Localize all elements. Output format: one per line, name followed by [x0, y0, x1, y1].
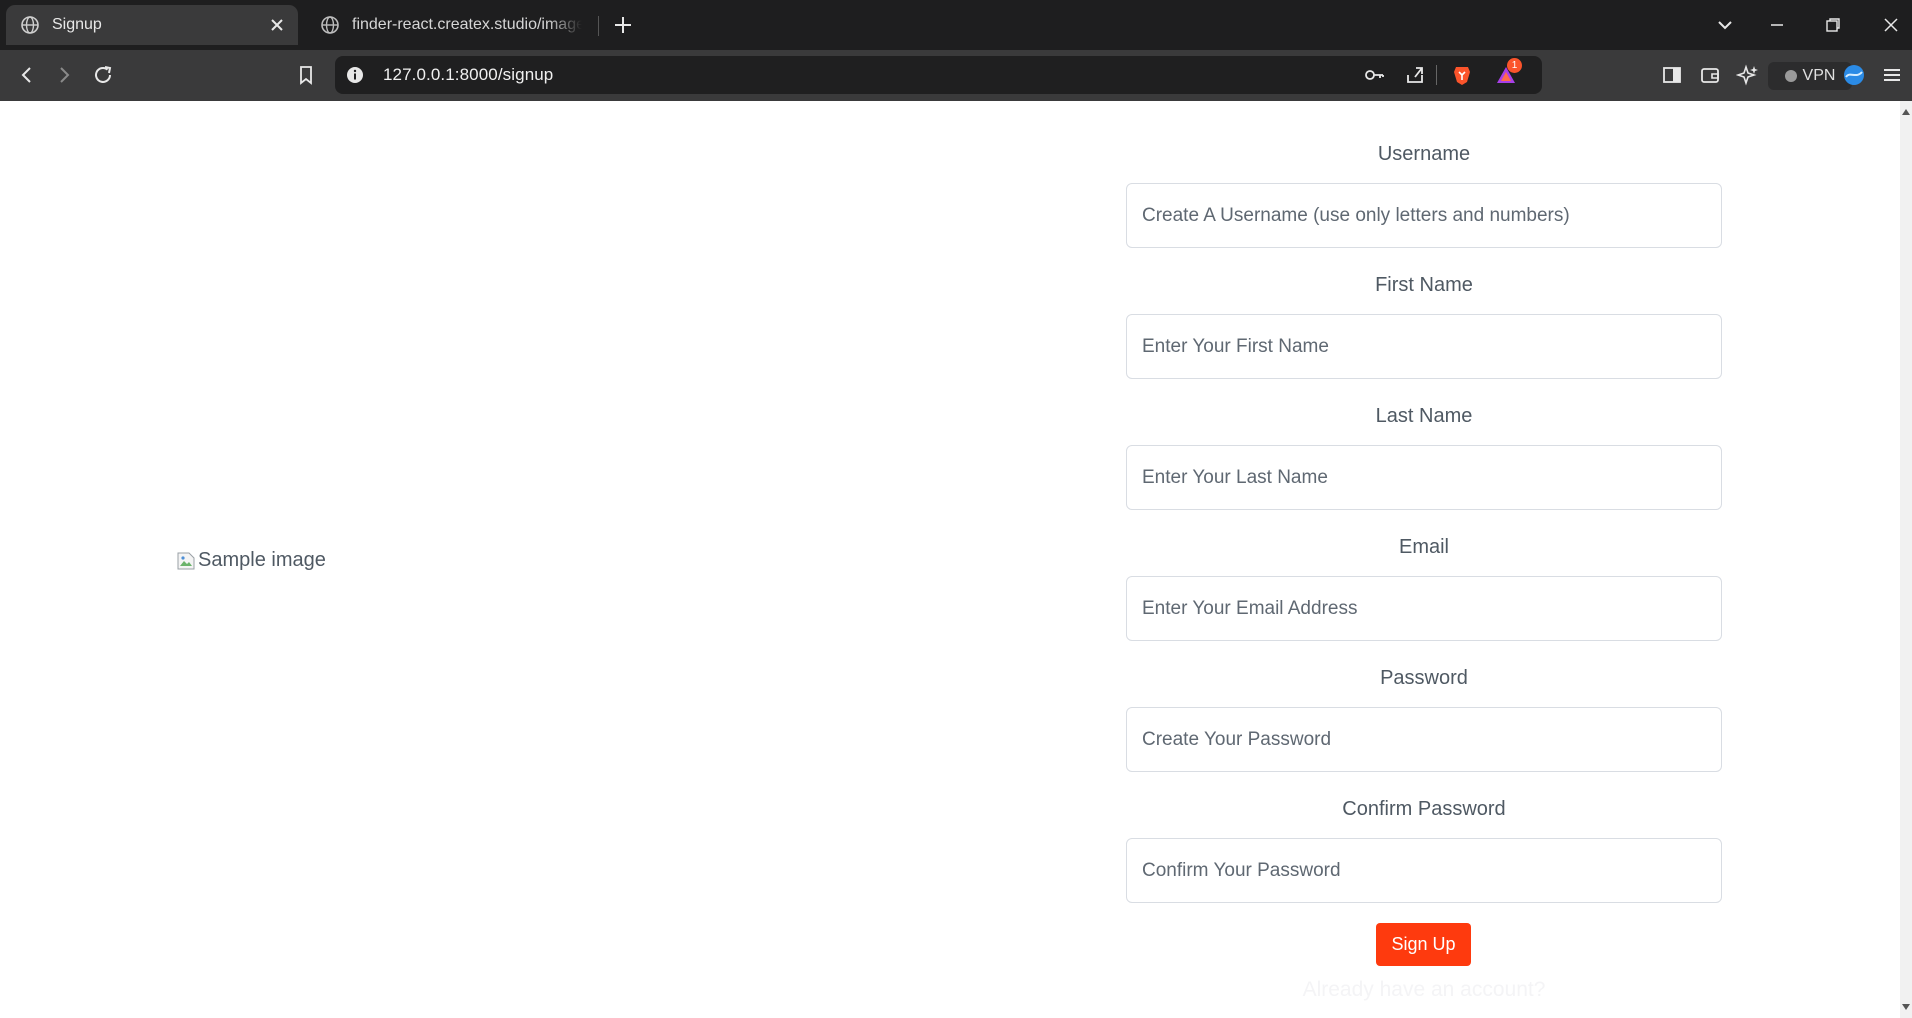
email-label: Email — [1398, 536, 1449, 558]
broken-image-icon — [177, 552, 195, 569]
reload-icon[interactable] — [91, 63, 115, 87]
close-tab-icon[interactable] — [268, 16, 286, 34]
email-input[interactable] — [1126, 576, 1722, 641]
browser-toolbar: 127.0.0.1:8000/signup 1 VPN — [0, 50, 1912, 101]
key-icon[interactable] — [1362, 63, 1386, 87]
new-tab-icon[interactable] — [611, 13, 635, 37]
tab-title: finder-react.createx.studio/images/s — [352, 16, 582, 33]
globe-icon — [321, 16, 339, 34]
confirm-password-label: Confirm Password — [1342, 798, 1506, 820]
tab-search-chevron-icon[interactable] — [1713, 13, 1737, 37]
image-alt-text: Sample image — [198, 549, 326, 571]
tab-title: Signup — [52, 16, 102, 33]
site-info-icon[interactable] — [343, 63, 367, 87]
leo-ai-icon[interactable] — [1736, 63, 1760, 87]
address-bar[interactable]: 127.0.0.1:8000/signup 1 — [335, 56, 1542, 94]
signup-page: Sample image Username First Name Last Na… — [0, 101, 1900, 1018]
vpn-status-icon — [1784, 70, 1797, 82]
close-window-icon[interactable] — [1879, 13, 1903, 37]
brave-shield-icon[interactable] — [1450, 63, 1474, 87]
confirm-password-input[interactable] — [1126, 838, 1722, 903]
scroll-up-arrow-icon[interactable] — [1902, 109, 1910, 115]
url-text: 127.0.0.1:8000/signup — [383, 65, 554, 84]
first-name-label: First Name — [1375, 274, 1473, 296]
browser-tab-strip: Signup finder-react.createx.studio/image… — [0, 0, 1912, 50]
minimize-icon[interactable] — [1765, 13, 1789, 37]
last-name-label: Last Name — [1375, 405, 1473, 427]
vpn-label: VPN — [1802, 67, 1836, 84]
wallet-icon[interactable] — [1698, 63, 1722, 87]
sample-image: Sample image — [176, 549, 326, 572]
sidebar-toggle-icon[interactable] — [1660, 63, 1684, 87]
share-icon[interactable] — [1403, 63, 1427, 87]
password-label: Password — [1380, 667, 1468, 689]
menu-icon[interactable] — [1880, 63, 1904, 87]
toolbar-separator — [1436, 65, 1437, 85]
login-prompt-link[interactable]: Already have an account? — [1126, 978, 1722, 1002]
restore-icon[interactable] — [1821, 13, 1845, 37]
bookmark-icon[interactable] — [294, 63, 318, 87]
username-input[interactable] — [1126, 183, 1722, 248]
vpn-button[interactable]: VPN — [1768, 62, 1852, 90]
tab-separator — [598, 16, 599, 36]
profile-avatar-icon[interactable] — [1842, 63, 1866, 87]
scroll-down-arrow-icon[interactable] — [1902, 1004, 1910, 1010]
last-name-input[interactable] — [1126, 445, 1722, 510]
username-label: Username — [1377, 143, 1471, 165]
tab-signup[interactable]: Signup — [6, 5, 298, 45]
notification-badge: 1 — [1507, 58, 1522, 73]
back-icon[interactable] — [15, 63, 39, 87]
password-input[interactable] — [1126, 707, 1722, 772]
sign-up-button[interactable]: Sign Up — [1376, 923, 1471, 966]
forward-icon[interactable] — [52, 63, 76, 87]
globe-icon — [21, 16, 39, 34]
first-name-input[interactable] — [1126, 314, 1722, 379]
page-scrollbar[interactable] — [1900, 101, 1912, 1018]
tab-finder-react[interactable]: finder-react.createx.studio/images/s — [306, 5, 598, 45]
